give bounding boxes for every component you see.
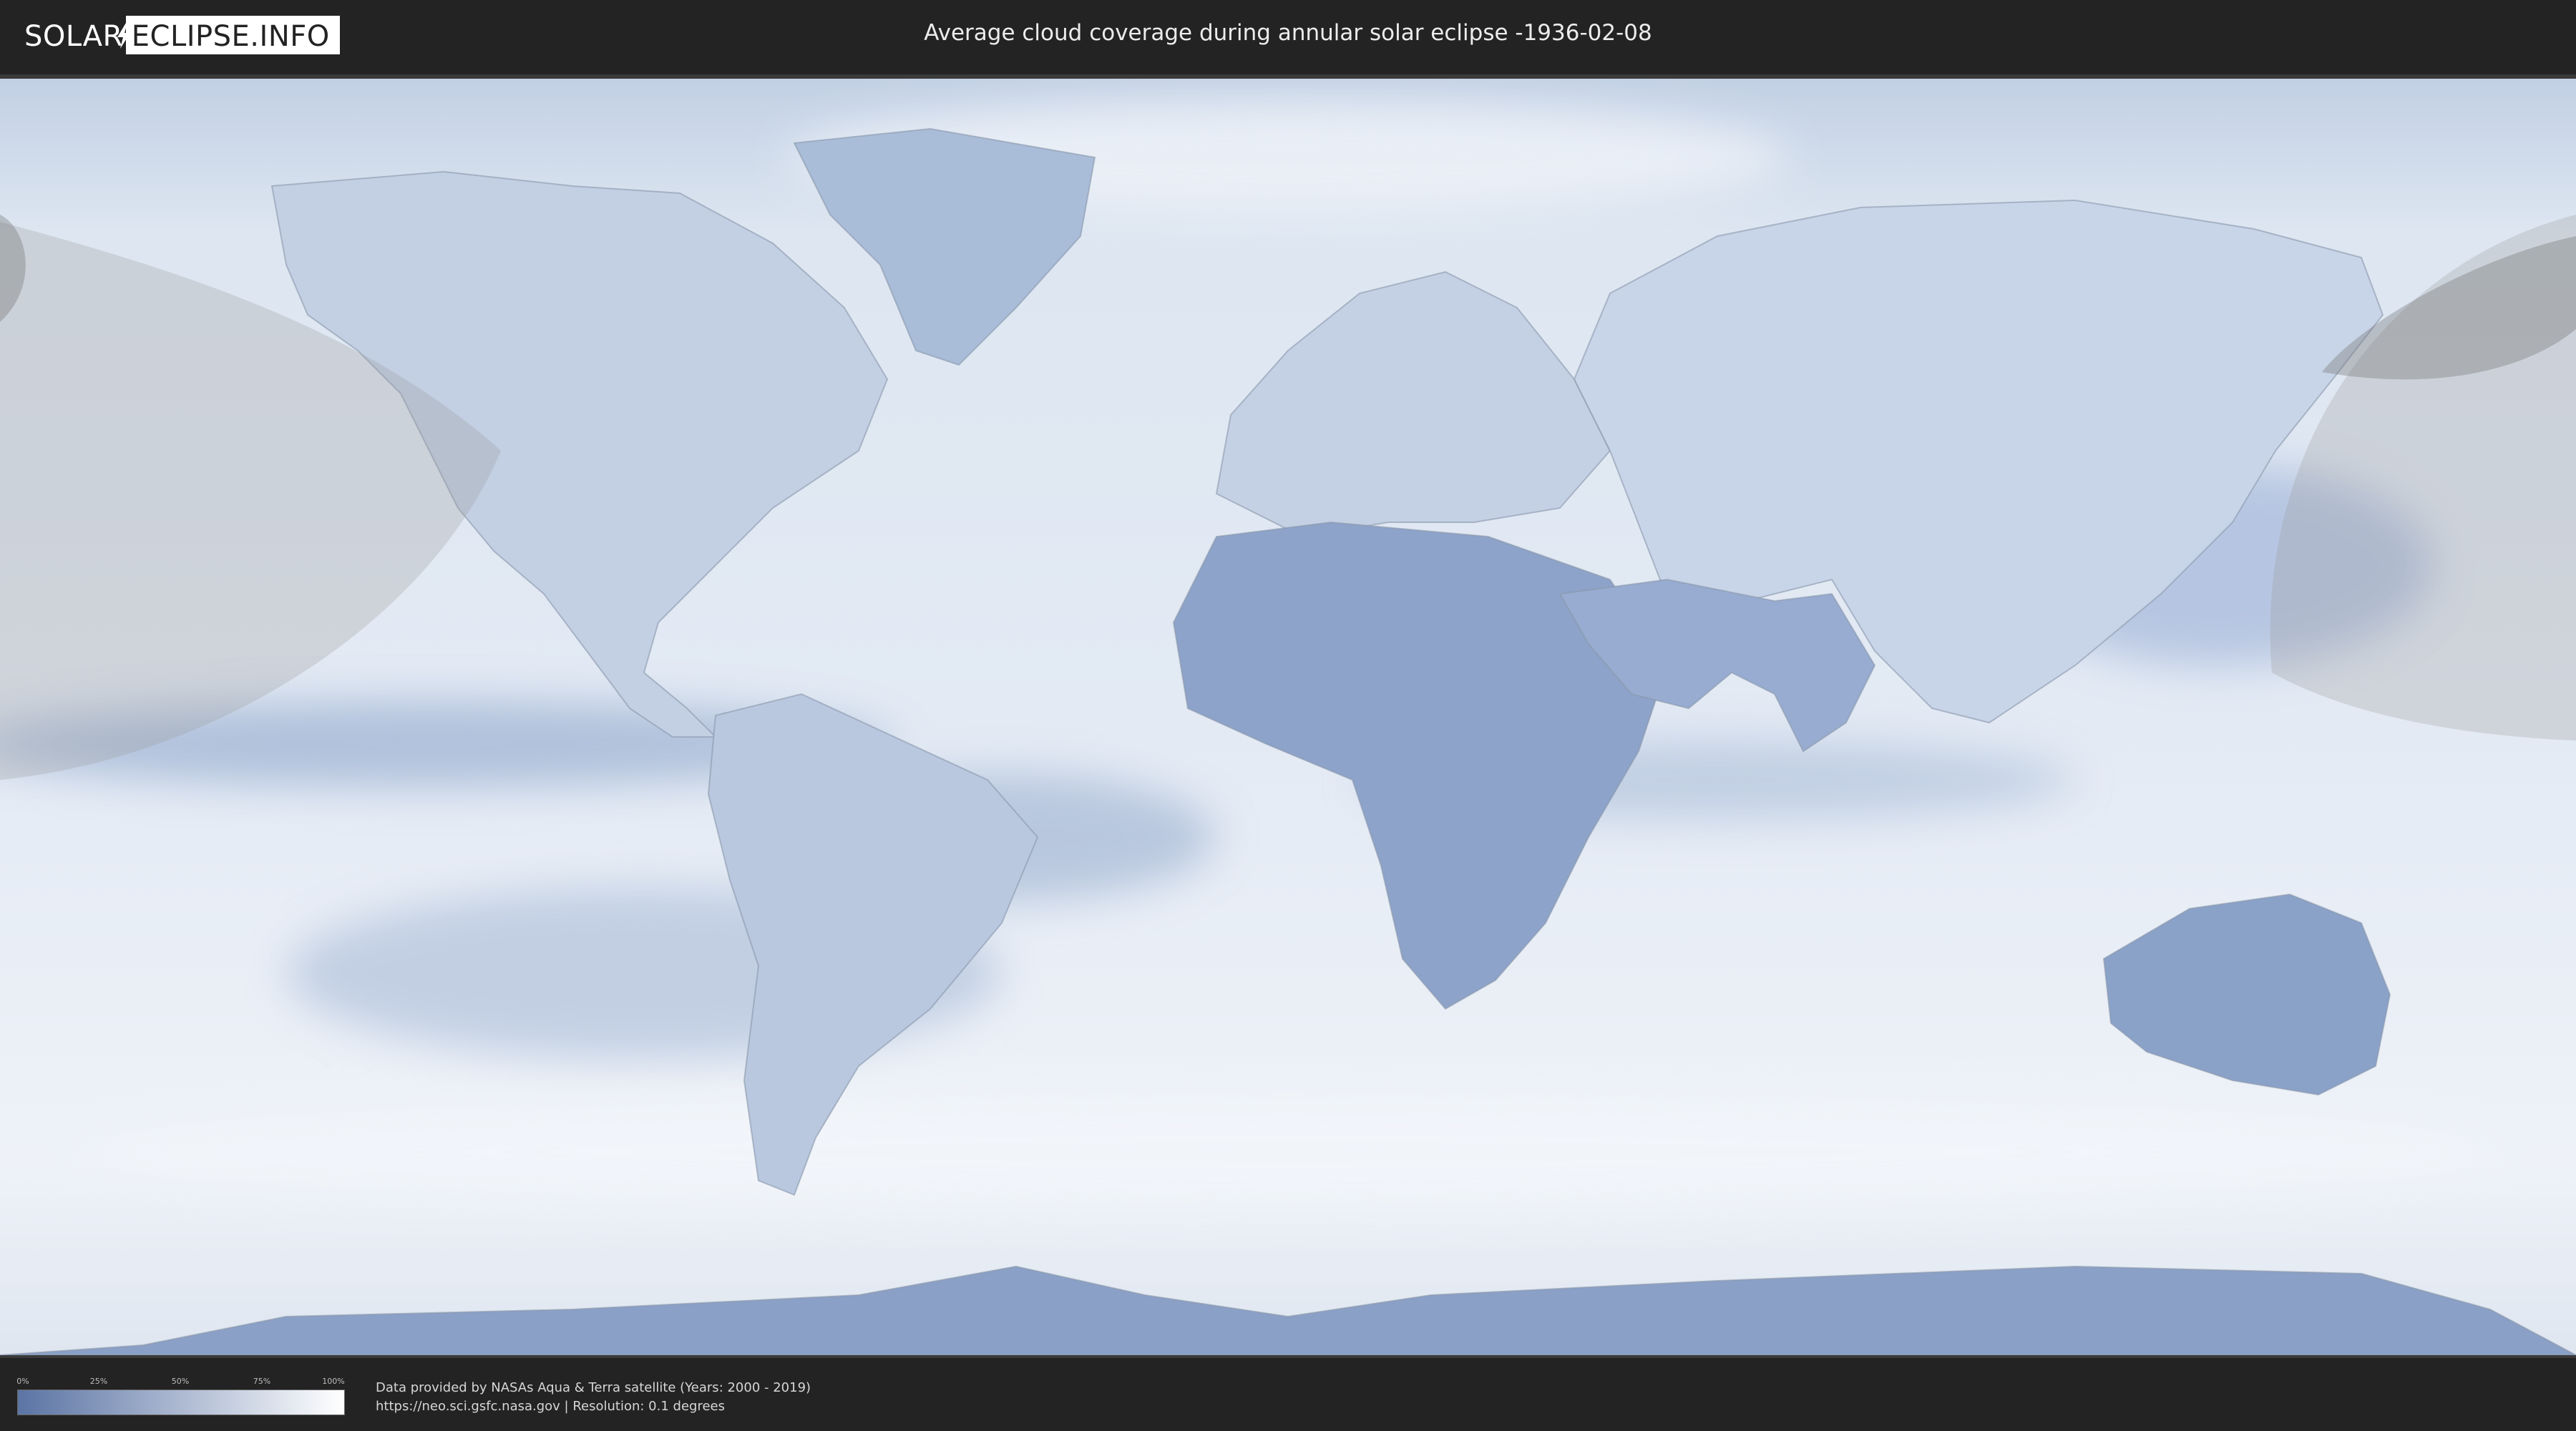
page-title: Average cloud coverage during annular so…	[924, 20, 1652, 46]
cloud-coverage-map[interactable]	[0, 79, 2576, 1355]
credit-line-1: Data provided by NASAs Aqua & Terra sate…	[376, 1380, 811, 1395]
data-credits: Data provided by NASAs Aqua & Terra sate…	[376, 1379, 811, 1416]
legend-tick-75: 75%	[253, 1377, 271, 1386]
legend-tick-50: 50%	[171, 1377, 190, 1386]
credit-line-2: https://neo.sci.gsfc.nasa.gov | Resoluti…	[376, 1399, 725, 1414]
legend-color-bar	[17, 1390, 345, 1415]
legend-tick-100: 100%	[322, 1377, 345, 1386]
legend-tick-0: 0%	[16, 1377, 29, 1386]
legend-tick-25: 25%	[89, 1377, 108, 1386]
header-bar: SOLAR ECLIPSE.INFO Average cloud coverag…	[0, 0, 2576, 72]
